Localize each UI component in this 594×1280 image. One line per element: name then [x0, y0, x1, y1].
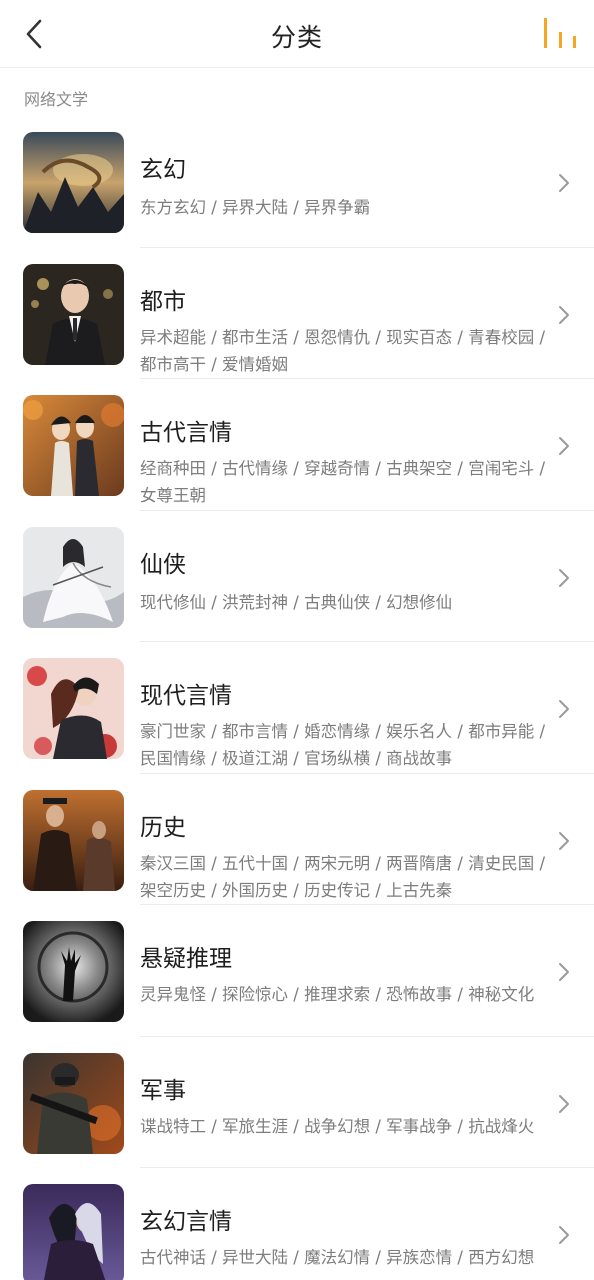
category-item-xuanhuan[interactable]: 玄幻 东方玄幻 / 异界大陆 / 异界争霸 — [0, 116, 594, 248]
category-cover-image — [23, 1184, 124, 1280]
category-tags: 谍战特工 / 军旅生涯 / 战争幻想 / 军事战争 / 抗战烽火 — [140, 1116, 535, 1136]
top-bar: 分类 — [0, 0, 594, 68]
category-cover-image — [23, 132, 124, 233]
category-tags: 东方玄幻 / 异界大陆 / 异界争霸 — [140, 198, 371, 217]
category-cover-image — [23, 658, 124, 759]
category-item-gudai-yanqing[interactable]: 古代言情 经商种田 / 古代情缘 / 穿越奇情 / 古典架空 / 宫闱宅斗 / … — [0, 379, 594, 511]
category-tags: 经商种田 / 古代情缘 / 穿越奇情 / 古典架空 / 宫闱宅斗 / 女尊王朝 — [140, 459, 545, 505]
ranking-button[interactable] — [538, 14, 582, 54]
chevron-right-icon — [559, 1094, 569, 1113]
category-tags: 豪门世家 / 都市言情 / 婚恋情缘 / 娱乐名人 / 都市异能 / 民国情缘 … — [140, 722, 545, 768]
category-cover-image — [23, 1052, 124, 1154]
category-item-xuanhuan-yanqing[interactable]: 玄幻言情 古代神话 / 异世大陆 / 魔法幻情 / 异族恋情 / 西方幻想 — [0, 1168, 594, 1280]
category-title: 悬疑推理 — [140, 946, 232, 972]
category-item-xiandai-yanqing[interactable]: 现代言情 豪门世家 / 都市言情 / 婚恋情缘 / 娱乐名人 / 都市异能 / … — [0, 642, 594, 774]
category-title: 军事 — [140, 1077, 186, 1104]
category-item-xuanyi-tuili[interactable]: 悬疑推理 灵异鬼怪 / 探险惊心 / 推理求索 / 恐怖故事 / 神秘文化 — [0, 905, 594, 1037]
category-cover-image — [23, 263, 124, 365]
category-tags: 现代修仙 / 洪荒封神 / 古典仙侠 / 幻想修仙 — [140, 592, 453, 612]
category-tags: 古代神话 / 异世大陆 / 魔法幻情 / 异族恋情 / 西方幻想 — [140, 1248, 535, 1267]
category-title: 古代言情 — [140, 420, 232, 446]
category-item-lishi[interactable]: 历史 秦汉三国 / 五代十国 / 两宋元明 / 两晋隋唐 / 清史民国 / 架空… — [0, 774, 594, 905]
category-cover-image — [23, 526, 124, 628]
section-label: 网络文学 — [24, 90, 89, 109]
category-item-junshi[interactable]: 军事 谍战特工 / 军旅生涯 / 战争幻想 / 军事战争 / 抗战烽火 — [0, 1037, 594, 1168]
category-title: 都市 — [140, 288, 186, 315]
category-item-xianxia[interactable]: 仙侠 现代修仙 / 洪荒封神 / 古典仙侠 / 幻想修仙 — [0, 511, 594, 642]
category-title: 现代言情 — [140, 683, 232, 709]
chevron-right-icon — [559, 1226, 569, 1244]
category-item-dushi[interactable]: 都市 异术超能 / 都市生活 / 恩怨情仇 / 现实百态 / 青春校园 / 都市… — [0, 248, 594, 379]
chevron-right-icon — [559, 305, 569, 324]
chevron-right-icon — [559, 568, 569, 587]
category-list: 玄幻 东方玄幻 / 异界大陆 / 异界争霸 都市 异术超能 / 都市生活 / 恩… — [0, 116, 594, 1280]
category-title: 玄幻 — [140, 157, 186, 183]
bar-chart-icon — [544, 18, 576, 48]
chevron-right-icon — [559, 963, 569, 981]
category-cover-image — [23, 789, 124, 891]
category-tags: 灵异鬼怪 / 探险惊心 / 推理求索 / 恐怖故事 / 神秘文化 — [140, 985, 535, 1004]
category-title: 仙侠 — [140, 551, 186, 578]
category-cover-image — [23, 395, 124, 496]
page-title: 分类 — [270, 23, 323, 52]
chevron-right-icon — [559, 831, 569, 850]
category-title: 玄幻言情 — [140, 1209, 232, 1235]
chevron-right-icon — [559, 174, 569, 192]
category-cover-image — [23, 921, 124, 1022]
category-tags: 秦汉三国 / 五代十国 / 两宋元明 / 两晋隋唐 / 清史民国 / 架空历史 … — [140, 853, 545, 900]
category-title: 历史 — [140, 814, 186, 841]
category-tags: 异术超能 / 都市生活 / 恩怨情仇 / 现实百态 / 青春校园 / 都市高干 … — [140, 327, 545, 374]
chevron-right-icon — [559, 700, 569, 718]
chevron-right-icon — [559, 437, 569, 455]
